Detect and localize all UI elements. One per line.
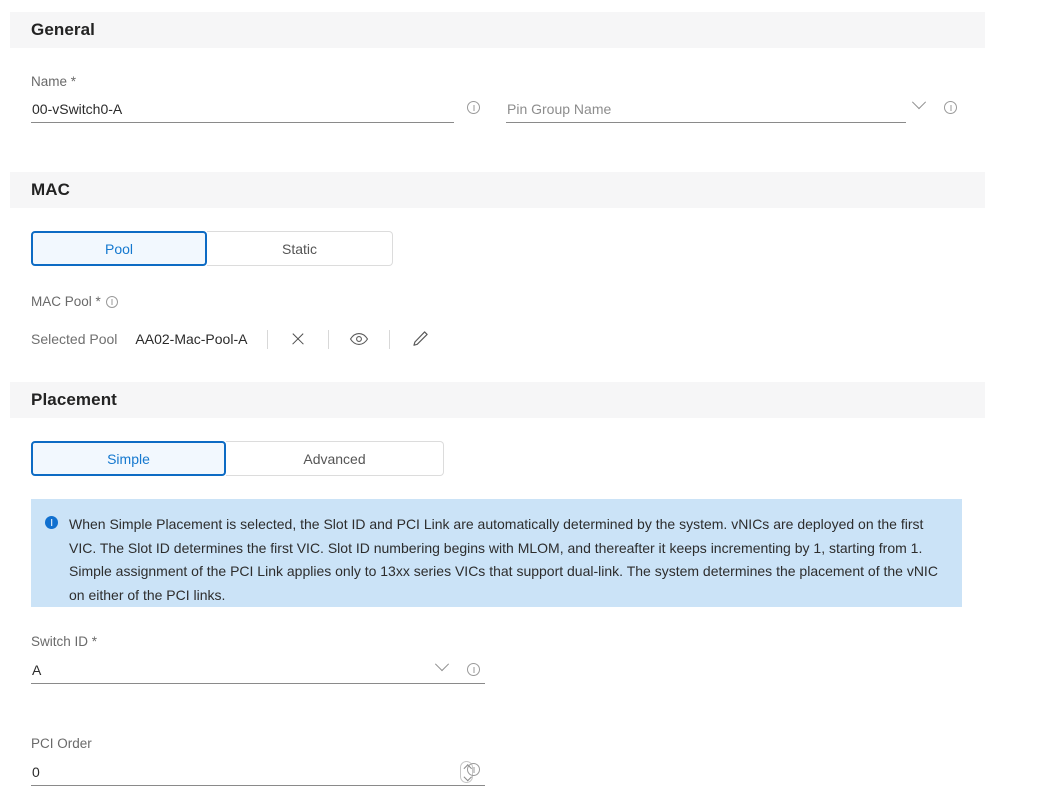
name-field-label: Name * <box>31 74 77 89</box>
divider <box>328 329 330 349</box>
mac-type-option-static[interactable]: Static <box>207 231 393 266</box>
switch-id-info-icon[interactable] <box>467 663 480 676</box>
pci-order-label: PCI Order <box>31 736 92 751</box>
info-circle-icon <box>45 516 58 529</box>
mac-pool-label: MAC Pool * <box>31 294 118 309</box>
placement-mode-option-advanced[interactable]: Advanced <box>226 441 444 476</box>
mac-type-option-pool[interactable]: Pool <box>31 231 207 266</box>
pin-group-name-value: Pin Group Name <box>507 101 612 117</box>
selected-pool-value: AA02-Mac-Pool-A <box>135 331 248 347</box>
placement-info-banner: When Simple Placement is selected, the S… <box>31 499 962 607</box>
name-input-value: 00-vSwitch0-A <box>32 101 123 117</box>
pin-group-chevron-down-icon[interactable] <box>911 95 927 110</box>
pci-order-input[interactable]: 0 <box>31 759 485 786</box>
pci-order-value: 0 <box>32 764 40 780</box>
mac-pool-selection-row: Selected Pool AA02-Mac-Pool-A <box>31 329 430 349</box>
switch-id-value: A <box>32 662 42 678</box>
clear-x-icon[interactable] <box>288 329 308 349</box>
section-header-placement: Placement <box>10 382 985 418</box>
name-input[interactable]: 00-vSwitch0-A <box>31 96 454 123</box>
section-header-mac: MAC <box>10 172 985 208</box>
section-title-mac: MAC <box>31 180 71 199</box>
placement-info-banner-text: When Simple Placement is selected, the S… <box>69 516 938 603</box>
pin-group-name-select[interactable]: Pin Group Name <box>506 96 906 123</box>
selected-pool-label: Selected Pool <box>31 331 118 347</box>
switch-id-chevron-down-icon[interactable] <box>434 657 450 672</box>
switch-id-label: Switch ID * <box>31 634 98 649</box>
name-info-icon[interactable] <box>467 101 480 114</box>
pencil-icon[interactable] <box>410 329 430 349</box>
vnic-configuration-form: General Name * 00-vSwitch0-A Pin Group N… <box>0 0 1047 805</box>
section-title-placement: Placement <box>31 390 117 409</box>
switch-id-select[interactable]: A <box>31 657 485 684</box>
pci-order-info-icon[interactable] <box>467 763 480 776</box>
section-header-general: General <box>10 12 985 48</box>
placement-mode-option-simple[interactable]: Simple <box>31 441 226 476</box>
mac-pool-info-icon[interactable] <box>105 295 118 308</box>
mac-type-toggle[interactable]: Pool Static <box>31 231 393 266</box>
eye-icon[interactable] <box>349 329 369 349</box>
divider <box>389 329 391 349</box>
divider <box>267 329 269 349</box>
placement-mode-toggle[interactable]: Simple Advanced <box>31 441 444 476</box>
pin-group-info-icon[interactable] <box>944 101 957 114</box>
section-title-general: General <box>31 20 96 39</box>
